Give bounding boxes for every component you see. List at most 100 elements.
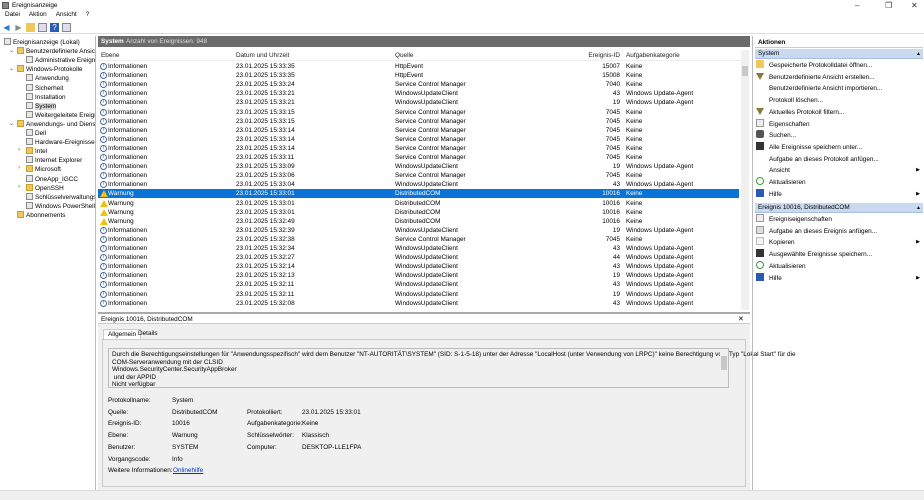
table-row[interactable]: i Informationen 23.01.2025 15:32:13 Windows… [98, 271, 739, 280]
table-row[interactable]: Warnung 23.01.2025 15:33:01 DistributedCOM… [98, 199, 739, 208]
action-suchen[interactable]: Suchen... [756, 130, 922, 141]
table-row[interactable]: i Informationen 23.01.2025 15:33:11 Service… [98, 153, 739, 162]
table-row[interactable]: i Informationen 23.01.2025 15:32:14 Windows… [98, 262, 739, 271]
tree-item[interactable]: Windows-Protokolle [17, 65, 82, 74]
table-row[interactable]: Warnung 23.01.2025 15:33:01 DistributedCOM… [98, 208, 739, 217]
tree-item[interactable]: Benutzerdefinierte Ansichten [17, 47, 95, 56]
table-row[interactable]: i Informationen 23.01.2025 15:32:38 Service… [98, 235, 739, 244]
table-row[interactable]: i Informationen 23.01.2025 15:33:14 Service… [98, 135, 739, 144]
table-row[interactable]: i Informationen 23.01.2025 15:33:09 Windows… [98, 162, 739, 171]
help-icon[interactable]: ? [50, 23, 59, 32]
tree-item[interactable]: Abonnements [17, 210, 65, 220]
table-row[interactable]: i Informationen 23.01.2025 15:33:14 Service… [98, 144, 739, 153]
col-ebene[interactable]: Ebene [101, 52, 119, 59]
collapse-icon[interactable]: ▲ [916, 203, 921, 213]
col-ereignis-id[interactable]: Ereignis-ID [568, 52, 620, 59]
action-aktualisieren[interactable]: Aktualisieren [756, 177, 922, 188]
action-ausgewählte-ereignisse-speichern[interactable]: Ausgewählte Ereignisse speichern... [756, 249, 922, 260]
scroll-thumb[interactable] [742, 66, 748, 76]
menu-datei[interactable]: Datei [5, 11, 20, 18]
message-scrollbar[interactable] [720, 349, 728, 387]
tree-item[interactable]: Sicherheit [26, 83, 63, 93]
table-row[interactable]: i Informationen 23.01.2025 15:33:21 Windows… [98, 98, 739, 107]
tree-item[interactable]: Installation [26, 92, 66, 102]
tree-item[interactable]: Intel [26, 147, 47, 156]
tree-item[interactable]: Windows PowerShell [26, 201, 95, 211]
minimize-button[interactable]: – [855, 1, 859, 10]
online-help-link[interactable]: Onlinehilfe [173, 467, 203, 474]
table-row[interactable]: i Informationen 23.01.2025 15:33:15 Service… [98, 117, 739, 126]
tree-item[interactable]: Anwendungs- und Dienstprotokolle [17, 119, 95, 129]
detail-close-button[interactable]: ✕ [738, 315, 744, 323]
table-row[interactable]: i Informationen 23.01.2025 15:32:11 Windows… [98, 280, 739, 289]
show-actions-icon[interactable] [62, 23, 71, 32]
show-tree-icon[interactable] [38, 23, 47, 32]
menu-ansicht[interactable]: Ansicht [56, 11, 77, 18]
back-icon[interactable]: ◀ [2, 23, 11, 32]
table-row[interactable]: i Informationen 23.01.2025 15:33:06 Service… [98, 171, 739, 180]
table-row[interactable]: i Informationen 23.01.2025 15:32:27 Windows… [98, 253, 739, 262]
action-kopieren[interactable]: Kopieren ▶ [756, 237, 922, 248]
action-hilfe[interactable]: Hilfe ▶ [756, 272, 922, 284]
action-gespeicherte-protokolldatei-öffnen[interactable]: Gespeicherte Protokolldatei öffnen... [756, 60, 922, 71]
action-alle-ereignisse-speichern-unter[interactable]: Alle Ereignisse speichern unter... [756, 141, 922, 153]
tree-item[interactable]: Ereignisanzeige (Lokal) [4, 38, 80, 47]
table-row[interactable]: i Informationen 23.01.2025 15:32:34 Windows… [98, 244, 739, 253]
action-ereigniseigenschaften[interactable]: Ereigniseigenschaften [756, 214, 922, 225]
col-datum[interactable]: Datum und Uhrzeit [236, 52, 289, 59]
tree-item[interactable]: Weitergeleitete Ereignisse [26, 110, 95, 120]
table-row[interactable]: i Informationen 23.01.2025 15:33:15 Service… [98, 108, 739, 117]
table-row[interactable]: Warnung 23.01.2025 15:32:49 DistributedCOM… [98, 217, 739, 226]
expanded-chevron-icon[interactable]: ⌄ [9, 47, 14, 54]
table-row[interactable]: Warnung 23.01.2025 15:33:01 DistributedCOM… [98, 189, 739, 199]
col-aufgabenkategorie[interactable]: Aufgabenkategorie [626, 52, 680, 59]
table-row[interactable]: i Informationen 23.01.2025 15:33:14 Service… [98, 126, 739, 135]
action-protokoll-löschen[interactable]: Protokoll löschen... [756, 95, 922, 106]
tree-item[interactable]: OneApp_IGCC [26, 174, 78, 184]
table-row[interactable]: i Informationen 23.01.2025 15:32:39 Windows… [98, 226, 739, 235]
folder-up-icon[interactable] [26, 23, 35, 32]
table-row[interactable]: i Informationen 23.01.2025 15:32:11 Windows… [98, 290, 739, 299]
tree-item[interactable]: Internet Explorer [26, 156, 82, 165]
menu-help[interactable]: ? [86, 11, 90, 18]
tree-item[interactable]: System [26, 101, 57, 111]
collapse-icon[interactable]: ▲ [916, 49, 921, 59]
action-ansicht[interactable]: Ansicht ▶ [756, 165, 922, 176]
collapsed-chevron-icon[interactable]: › [18, 165, 20, 171]
expanded-chevron-icon[interactable]: ⌄ [9, 120, 14, 127]
action-aktuelles-protokoll-filtern[interactable]: Aktuelles Protokoll filtern... [756, 107, 922, 118]
action-aufgabe-an-dieses-ereignis-anfügen[interactable]: Aufgabe an dieses Ereignis anfügen... [756, 225, 922, 237]
action-hilfe[interactable]: Hilfe ▶ [756, 188, 922, 200]
section-system[interactable]: System ▲ [755, 49, 923, 59]
maximize-button[interactable]: ❐ [885, 1, 892, 10]
tree-item[interactable]: Schlüsselverwaltungsdienst [26, 192, 95, 202]
table-row[interactable]: i Informationen 23.01.2025 15:33:35 HttpEve… [98, 71, 739, 80]
close-button[interactable]: ✕ [911, 1, 918, 10]
section-event[interactable]: Ereignis 10016, DistributedCOM ▲ [755, 203, 923, 213]
table-row[interactable]: i Informationen 23.01.2025 15:33:35 HttpEve… [98, 62, 739, 71]
forward-icon[interactable]: ▶ [14, 23, 23, 32]
action-benutzerdefinierte-ansicht-importieren[interactable]: Benutzerdefinierte Ansicht importieren..… [756, 83, 922, 94]
event-message[interactable]: Durch die Berechtigungseinstellungen für… [108, 348, 796, 388]
tree-item[interactable]: Dell [26, 129, 46, 138]
action-aufgabe-an-dieses-protokoll-anfügen[interactable]: Aufgabe an dieses Protokoll anfügen... [756, 154, 922, 165]
tab-details[interactable]: Details [134, 329, 162, 339]
action-benutzerdefinierte-ansicht-erstellen[interactable]: Benutzerdefinierte Ansicht erstellen... [756, 72, 922, 83]
table-row[interactable]: i Informationen 23.01.2025 15:33:24 Service… [98, 80, 739, 89]
menu-aktion[interactable]: Aktion [29, 11, 47, 18]
table-row[interactable]: i Informationen 23.01.2025 15:33:21 Windows… [98, 89, 739, 98]
tree-item[interactable]: Administrative Ereignisse [26, 56, 95, 65]
table-row[interactable]: i Informationen 23.01.2025 15:32:08 Windows… [98, 299, 739, 308]
action-aktualisieren[interactable]: Aktualisieren [756, 260, 922, 272]
collapsed-chevron-icon[interactable]: › [18, 184, 20, 190]
tree-item[interactable]: Hardware-Ereignisse [26, 138, 95, 147]
list-scrollbar[interactable] [741, 50, 749, 310]
tree-item[interactable]: Microsoft [26, 165, 61, 174]
col-quelle[interactable]: Quelle [395, 52, 413, 59]
table-row[interactable]: i Informationen 23.01.2025 15:33:04 Windows… [98, 180, 739, 189]
collapsed-chevron-icon[interactable]: › [18, 147, 20, 153]
expanded-chevron-icon[interactable]: ⌄ [9, 65, 14, 72]
action-eigenschaften[interactable]: Eigenschaften [756, 118, 922, 130]
tree-item[interactable]: Anwendung [26, 74, 69, 83]
tree-item[interactable]: OpenSSH [26, 183, 64, 193]
